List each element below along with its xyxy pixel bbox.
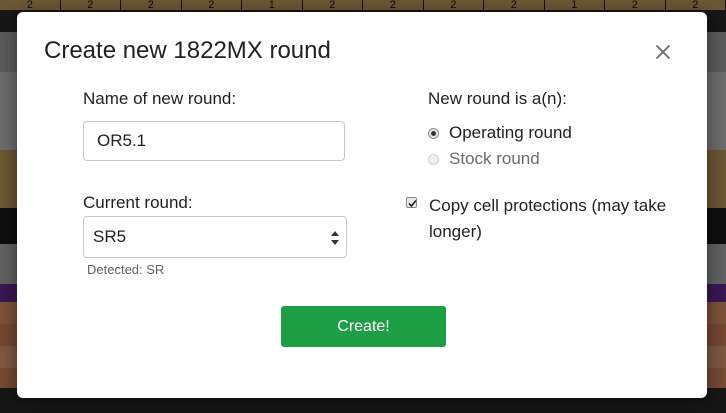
create-button[interactable]: Create!: [281, 306, 446, 347]
dialog-title: Create new 1822MX round: [44, 37, 331, 64]
radio-stock-round: Stock round: [428, 148, 540, 170]
create-round-dialog: Create new 1822MX round Name of new roun…: [17, 12, 707, 398]
current-round-label: Current round:: [83, 193, 193, 212]
copy-protections-checkbox[interactable]: [406, 197, 417, 208]
radio-stock-label: Stock round: [449, 149, 540, 168]
round-name-label: Name of new round:: [83, 89, 237, 108]
checkmark-icon: [408, 199, 417, 208]
close-icon[interactable]: [653, 42, 673, 62]
detected-round-hint: Detected: SR: [87, 262, 165, 277]
radio-button-checked[interactable]: [428, 127, 439, 139]
round-type-label: New round is a(n):: [428, 89, 567, 108]
radio-operating-label: Operating round: [449, 123, 572, 142]
round-name-input[interactable]: [83, 121, 345, 161]
radio-button-disabled: [428, 153, 439, 165]
copy-protections-label: Copy cell protections (may take longer): [429, 196, 667, 241]
current-round-select[interactable]: SR5: [83, 216, 347, 258]
radio-operating-round[interactable]: Operating round: [428, 122, 572, 144]
current-round-value: SR5: [93, 227, 127, 246]
select-arrows-icon: [330, 229, 340, 252]
